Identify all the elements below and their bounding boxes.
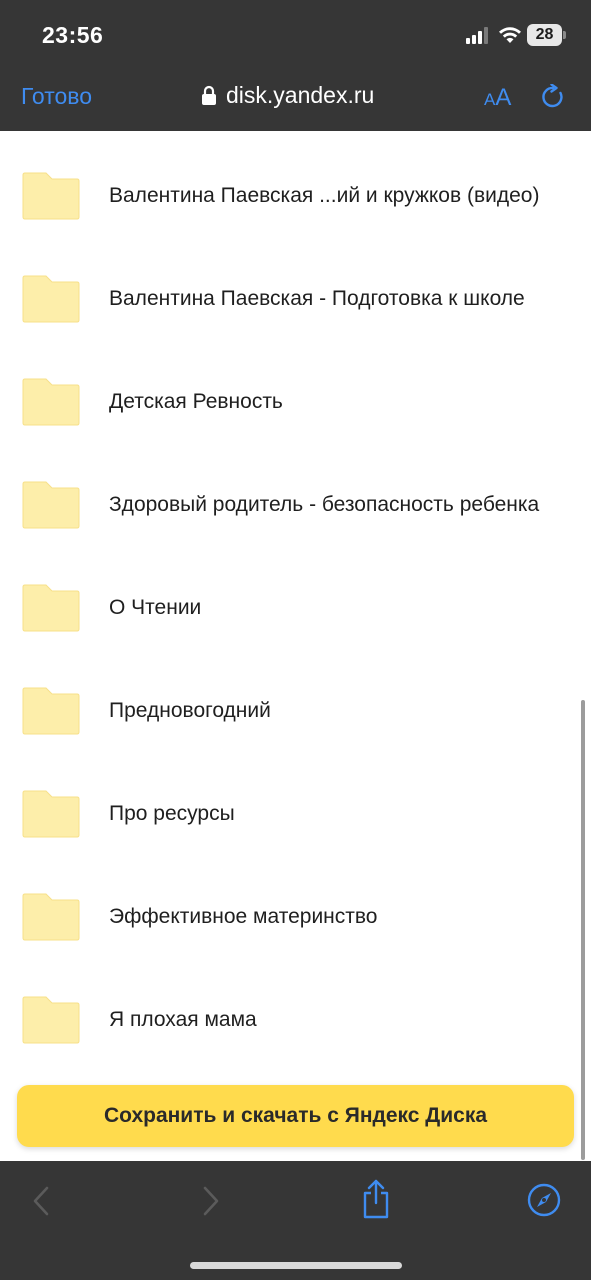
folder-item[interactable]: Детская Ревность — [0, 349, 591, 452]
top-bar: 23:56 28 Готово disk.yandex.ru AA — [0, 0, 591, 131]
reload-icon[interactable] — [540, 84, 566, 110]
save-and-download-button[interactable]: Сохранить и скачать с Яндекс Диска — [17, 1085, 574, 1147]
folder-item[interactable]: Я плохая мама — [0, 967, 591, 1070]
folder-icon — [22, 687, 80, 735]
browser-toolbar — [0, 1161, 591, 1280]
cellular-signal-icon — [466, 27, 488, 44]
folder-name: Эффективное материнство — [109, 905, 378, 928]
scrollbar[interactable] — [581, 700, 585, 1160]
folder-item[interactable]: О Чтении — [0, 555, 591, 658]
text-size-small-label: A — [484, 90, 496, 109]
status-time: 23:56 — [42, 22, 104, 48]
folder-icon — [22, 996, 80, 1044]
folder-item[interactable]: Валентина Паевская - Подготовка к школе — [0, 246, 591, 349]
folder-name: Про ресурсы — [109, 802, 235, 825]
folder-icon — [22, 172, 80, 220]
folder-icon — [22, 584, 80, 632]
back-icon[interactable] — [30, 1185, 52, 1217]
share-icon[interactable] — [361, 1179, 391, 1219]
folder-item[interactable]: Здоровый родитель - безопасность ребенка — [0, 452, 591, 555]
folder-item[interactable]: Валентина Паевская ...ий и кружков (виде… — [0, 143, 591, 246]
folder-icon — [22, 790, 80, 838]
battery-level: 28 — [527, 24, 562, 46]
folder-item[interactable]: Предновогодний — [0, 658, 591, 761]
folder-icon — [22, 378, 80, 426]
url-address-bar[interactable]: disk.yandex.ru — [226, 82, 374, 109]
compass-icon[interactable] — [527, 1183, 561, 1217]
folder-icon — [22, 481, 80, 529]
done-button[interactable]: Готово — [21, 83, 92, 110]
wifi-icon — [499, 27, 521, 43]
folder-item[interactable]: Про ресурсы — [0, 761, 591, 864]
text-size-button[interactable]: AA — [484, 84, 511, 112]
folder-name: Валентина Паевская - Подготовка к школе — [109, 287, 525, 310]
folder-name: Я плохая мама — [109, 1008, 257, 1031]
home-indicator — [190, 1262, 402, 1269]
folder-name: Валентина Паевская ...ий и кружков (виде… — [109, 184, 540, 207]
text-size-big-label: A — [495, 84, 512, 111]
folder-name: О Чтении — [109, 596, 202, 619]
folder-icon — [22, 275, 80, 323]
lock-icon — [202, 85, 216, 105]
folder-list: Валентина Паевская ...ий и кружков (виде… — [0, 131, 591, 1161]
forward-icon[interactable] — [200, 1185, 222, 1217]
folder-item[interactable]: Эффективное материнство — [0, 864, 591, 967]
battery-icon: 28 — [527, 24, 567, 46]
folder-name: Предновогодний — [109, 699, 271, 722]
folder-name: Детская Ревность — [109, 390, 283, 413]
folder-icon — [22, 893, 80, 941]
folder-name: Здоровый родитель - безопасность ребенка — [109, 493, 540, 516]
